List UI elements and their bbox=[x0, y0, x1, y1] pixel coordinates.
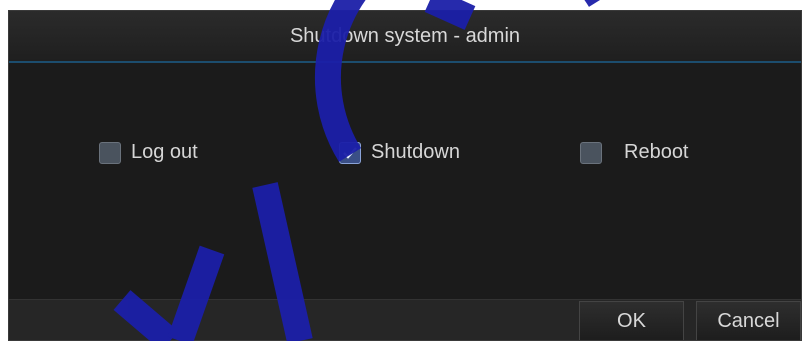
option-log-out[interactable]: Log out bbox=[99, 141, 198, 164]
reboot-label: Reboot bbox=[624, 141, 689, 163]
cancel-button[interactable]: Cancel bbox=[696, 301, 801, 340]
option-shutdown[interactable]: Shutdown bbox=[339, 141, 460, 164]
log-out-label: Log out bbox=[131, 141, 198, 163]
checkmark-icon bbox=[343, 146, 357, 159]
dialog-title: Shutdown system - admin bbox=[289, 24, 521, 47]
option-reboot[interactable]: Reboot bbox=[580, 141, 689, 164]
log-out-checkbox[interactable] bbox=[99, 141, 121, 164]
dialog-titlebar: Shutdown system - admin bbox=[9, 11, 801, 63]
reboot-checkbox[interactable] bbox=[580, 141, 602, 164]
shutdown-checkbox[interactable] bbox=[339, 141, 361, 164]
shutdown-dialog: Shutdown system - admin Log out Shutdown… bbox=[8, 10, 802, 341]
shutdown-label: Shutdown bbox=[371, 141, 460, 163]
ok-button[interactable]: OK bbox=[579, 301, 684, 340]
shutdown-options: Log out Shutdown Reboot bbox=[9, 141, 801, 175]
